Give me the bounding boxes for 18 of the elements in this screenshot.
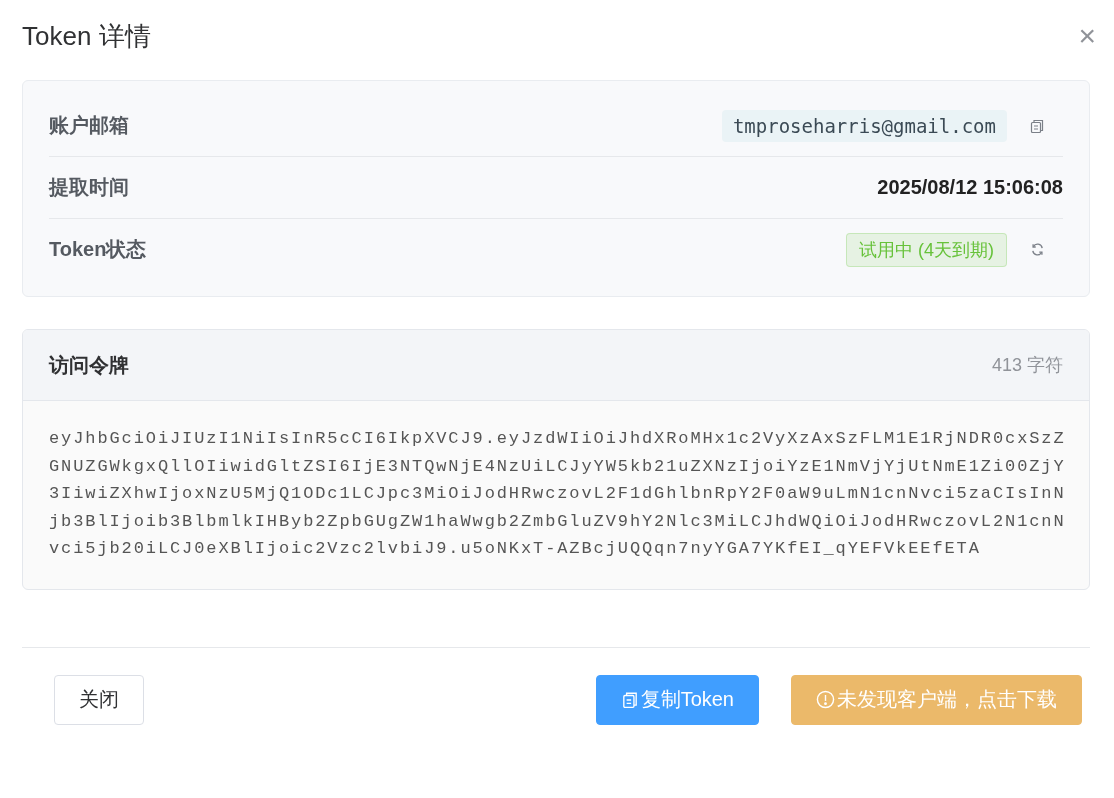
copy-icon[interactable] [1029, 117, 1045, 134]
time-value: 2025/08/12 15:06:08 [877, 176, 1063, 199]
field-label: 提取时间 [49, 175, 130, 200]
copy-icon [620, 690, 639, 709]
panel-title: 访问令牌 [49, 352, 129, 378]
email-value: tmproseharris@gmail.com [721, 109, 1007, 142]
copy-token-button[interactable]: 复制Token [595, 674, 759, 725]
dialog-title: Token 详情 [22, 19, 151, 53]
close-button[interactable]: × [1078, 21, 1096, 51]
field-label: Token状态 [49, 237, 148, 262]
download-client-button[interactable]: 未发现客户端，点击下载 [791, 674, 1082, 725]
field-label: 账户邮箱 [49, 113, 130, 138]
refresh-icon[interactable] [1030, 242, 1045, 257]
close-dialog-button[interactable]: 关闭 [54, 674, 144, 725]
status-tag: 试用中 (4天到期) [846, 232, 1007, 267]
token-text: eyJhbGciOiJIUzI1NiIsInR5cCI6IkpXVCJ9.eyJzdWIiOiJhdXRoMHx1c2VyXzAxSzFLM1E1RjNDR0cxSzZGNUZGWkgxQllOIiwidGltZSI6IjE3NTQwNjE4NzUiLCJyYW5kb21uZXNzIjoiYzE1NmVjYjUtNmE1Zi00ZjY3IiwiZXhwIjoxNzU5MjQ1ODc1LCJpc3MiOiJodHRwczovL2F1dGhlbnRpY2F0aW9uLmN1cnNvci5zaCIsInNjb3BlIjoib3BlbmlkIHByb2ZpbGUgZW1haWwgb2ZmbGluZV9hY2Nlc3MiLCJhdWQiOiJodHRwczovL2N1cnNvci5jb20iLCJ0eXBlIjoic2Vzc2lvbiJ9.u5oNKxT-AZBcjUQQqn7nyYGA7YKfEI_qYEFVkEEfETA [48, 428, 1067, 560]
warning-icon [816, 690, 835, 709]
character-count: 413 字符 [991, 354, 1063, 377]
